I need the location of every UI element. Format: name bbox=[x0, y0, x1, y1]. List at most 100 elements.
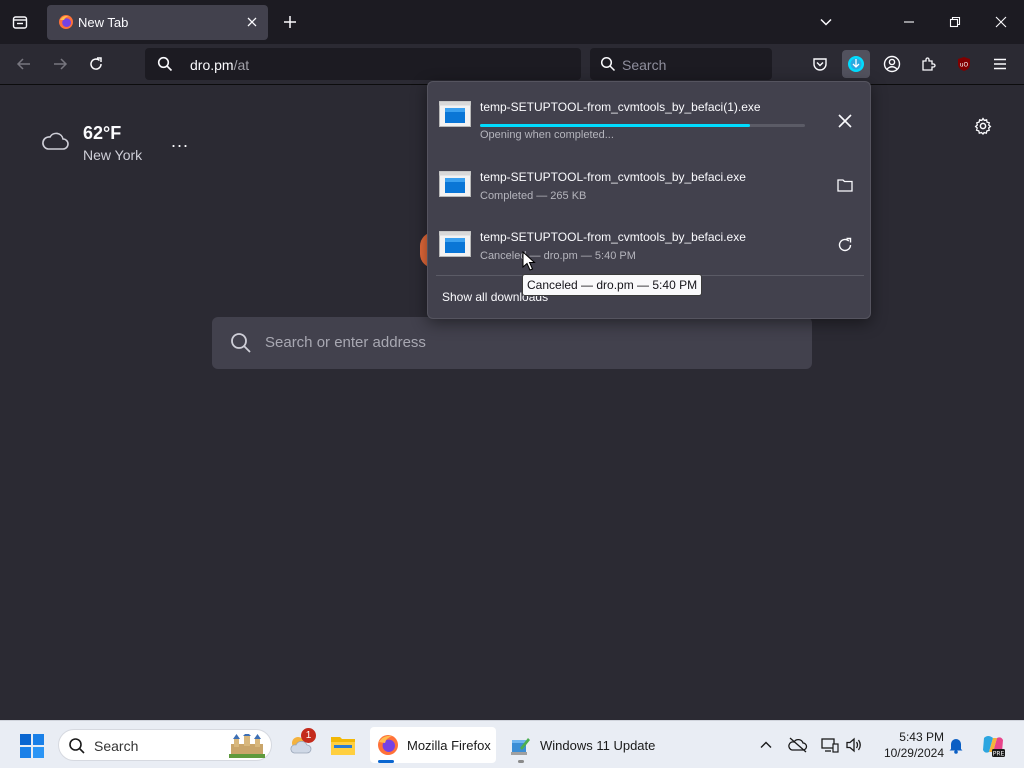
search-bar[interactable]: Search bbox=[590, 48, 772, 80]
exe-file-icon bbox=[439, 101, 471, 127]
setup-app-icon bbox=[511, 738, 530, 755]
windows-taskbar: Search 1 Mozilla Firefox Windows 11 Upda… bbox=[0, 720, 1024, 768]
show-in-folder-button[interactable] bbox=[834, 174, 856, 196]
onedrive-button[interactable] bbox=[788, 735, 808, 755]
gear-icon bbox=[974, 117, 992, 135]
search-icon bbox=[231, 333, 251, 353]
url-host: dro.pm bbox=[190, 57, 234, 73]
close-window-button[interactable] bbox=[991, 12, 1011, 32]
restore-icon bbox=[949, 16, 961, 28]
pocket-button[interactable] bbox=[806, 50, 834, 78]
retry-icon bbox=[838, 237, 852, 252]
download-item[interactable]: temp-SETUPTOOL-from_cvmtools_by_befaci.e… bbox=[428, 218, 872, 274]
list-all-tabs-button[interactable] bbox=[816, 12, 836, 32]
search-placeholder: Search bbox=[622, 57, 667, 73]
personalize-button[interactable] bbox=[972, 115, 994, 137]
extensions-button[interactable] bbox=[914, 50, 942, 78]
download-status: Completed — 265 KB bbox=[480, 190, 587, 202]
newtab-search-placeholder: Search or enter address bbox=[265, 334, 426, 351]
cloud-offline-icon bbox=[788, 737, 808, 753]
clock-date: 10/29/2024 bbox=[883, 746, 944, 760]
tab-title: New Tab bbox=[78, 15, 129, 30]
cloud-icon bbox=[42, 132, 69, 150]
open-app-indicator bbox=[518, 760, 524, 763]
close-icon bbox=[247, 17, 257, 27]
taskbar-app-label: Windows 11 Update bbox=[540, 737, 656, 753]
show-hidden-icons-button[interactable] bbox=[756, 735, 776, 755]
svg-text:uO: uO bbox=[960, 62, 969, 69]
minimize-button[interactable] bbox=[899, 12, 919, 32]
search-icon bbox=[69, 738, 85, 754]
download-filename: temp-SETUPTOOL-from_cvmtools_by_befaci.e… bbox=[480, 170, 746, 184]
download-item[interactable]: temp-SETUPTOOL-from_cvmtools_by_befaci.e… bbox=[428, 158, 872, 214]
account-icon bbox=[883, 55, 901, 73]
ublock-origin-icon: uO bbox=[958, 57, 970, 71]
exe-file-icon bbox=[439, 231, 471, 257]
download-item[interactable]: temp-SETUPTOOL-from_cvmtools_by_befaci(1… bbox=[428, 88, 872, 144]
download-progress-fill bbox=[480, 124, 750, 127]
plus-icon bbox=[284, 16, 296, 28]
weather-temperature: 62°F bbox=[83, 123, 122, 143]
search-icon bbox=[600, 56, 616, 72]
back-button[interactable] bbox=[12, 52, 36, 76]
url-bar[interactable]: dro.pm/at bbox=[145, 48, 581, 80]
widgets-notification-badge: 1 bbox=[301, 728, 316, 743]
download-progress-bar bbox=[480, 124, 805, 127]
file-explorer-button[interactable] bbox=[330, 727, 360, 763]
taskbar-search-placeholder: Search bbox=[94, 738, 139, 754]
firefox-icon bbox=[378, 735, 398, 755]
firefox-view-button[interactable] bbox=[8, 10, 32, 34]
svg-text:PRE: PRE bbox=[993, 750, 1005, 757]
folder-icon bbox=[331, 737, 355, 755]
download-status: Canceled — dro.pm — 5:40 PM bbox=[480, 250, 636, 262]
minimize-icon bbox=[904, 21, 914, 23]
taskbar-windows-update[interactable]: Windows 11 Update bbox=[508, 727, 658, 763]
taskbar-app-label: Mozilla Firefox bbox=[407, 737, 491, 753]
close-icon bbox=[995, 16, 1007, 28]
notifications-button[interactable] bbox=[946, 735, 966, 755]
close-icon bbox=[838, 114, 852, 128]
download-filename: temp-SETUPTOOL-from_cvmtools_by_befaci(1… bbox=[480, 100, 761, 114]
puzzle-icon bbox=[922, 57, 936, 71]
taskbar-firefox[interactable]: Mozilla Firefox bbox=[370, 727, 496, 763]
tab-close-button[interactable] bbox=[244, 14, 260, 30]
tab-new-tab[interactable]: New Tab bbox=[47, 5, 268, 40]
reload-button[interactable] bbox=[84, 52, 108, 76]
firefox-view-icon bbox=[12, 16, 28, 29]
restore-button[interactable] bbox=[945, 12, 965, 32]
arrow-right-icon bbox=[54, 58, 68, 70]
downloads-button[interactable] bbox=[842, 50, 870, 78]
newtab-search-box[interactable]: Search or enter address bbox=[212, 317, 812, 369]
new-tab-button[interactable] bbox=[280, 12, 300, 32]
account-button[interactable] bbox=[878, 50, 906, 78]
copilot-button[interactable]: PRE bbox=[980, 732, 1006, 758]
windows-start-icon[interactable] bbox=[19, 733, 45, 759]
taskbar-search[interactable]: Search bbox=[58, 729, 272, 761]
copilot-icon: PRE bbox=[983, 736, 1005, 757]
clock-time: 5:43 PM bbox=[899, 730, 944, 744]
app-menu-button[interactable] bbox=[986, 50, 1014, 78]
network-button[interactable] bbox=[820, 735, 840, 755]
chevron-up-icon bbox=[760, 741, 772, 748]
weather-more-button[interactable]: ... bbox=[170, 131, 190, 151]
mouse-cursor-icon bbox=[522, 251, 536, 271]
volume-button[interactable] bbox=[844, 735, 864, 755]
taskbar-clock[interactable]: 5:43 PM 10/29/2024 bbox=[872, 729, 944, 761]
exe-file-icon bbox=[439, 171, 471, 197]
speaker-icon bbox=[846, 737, 861, 753]
url-text: dro.pm/at bbox=[190, 57, 249, 73]
download-progress-icon bbox=[848, 56, 864, 72]
download-status: Opening when completed... bbox=[480, 129, 614, 141]
search-icon bbox=[157, 56, 173, 72]
retry-download-button[interactable] bbox=[834, 234, 856, 256]
download-filename: temp-SETUPTOOL-from_cvmtools_by_befaci.e… bbox=[480, 230, 746, 244]
download-status-tooltip: Canceled — dro.pm — 5:40 PM bbox=[522, 274, 703, 296]
ublock-button[interactable]: uO bbox=[950, 50, 978, 78]
network-icon bbox=[821, 738, 839, 753]
reload-icon bbox=[90, 57, 102, 70]
forward-button[interactable] bbox=[48, 52, 72, 76]
cancel-download-button[interactable] bbox=[834, 110, 856, 132]
bell-icon bbox=[949, 739, 963, 754]
nav-toolbar: dro.pm/at Search uO bbox=[0, 44, 1024, 85]
pocket-icon bbox=[813, 58, 827, 71]
